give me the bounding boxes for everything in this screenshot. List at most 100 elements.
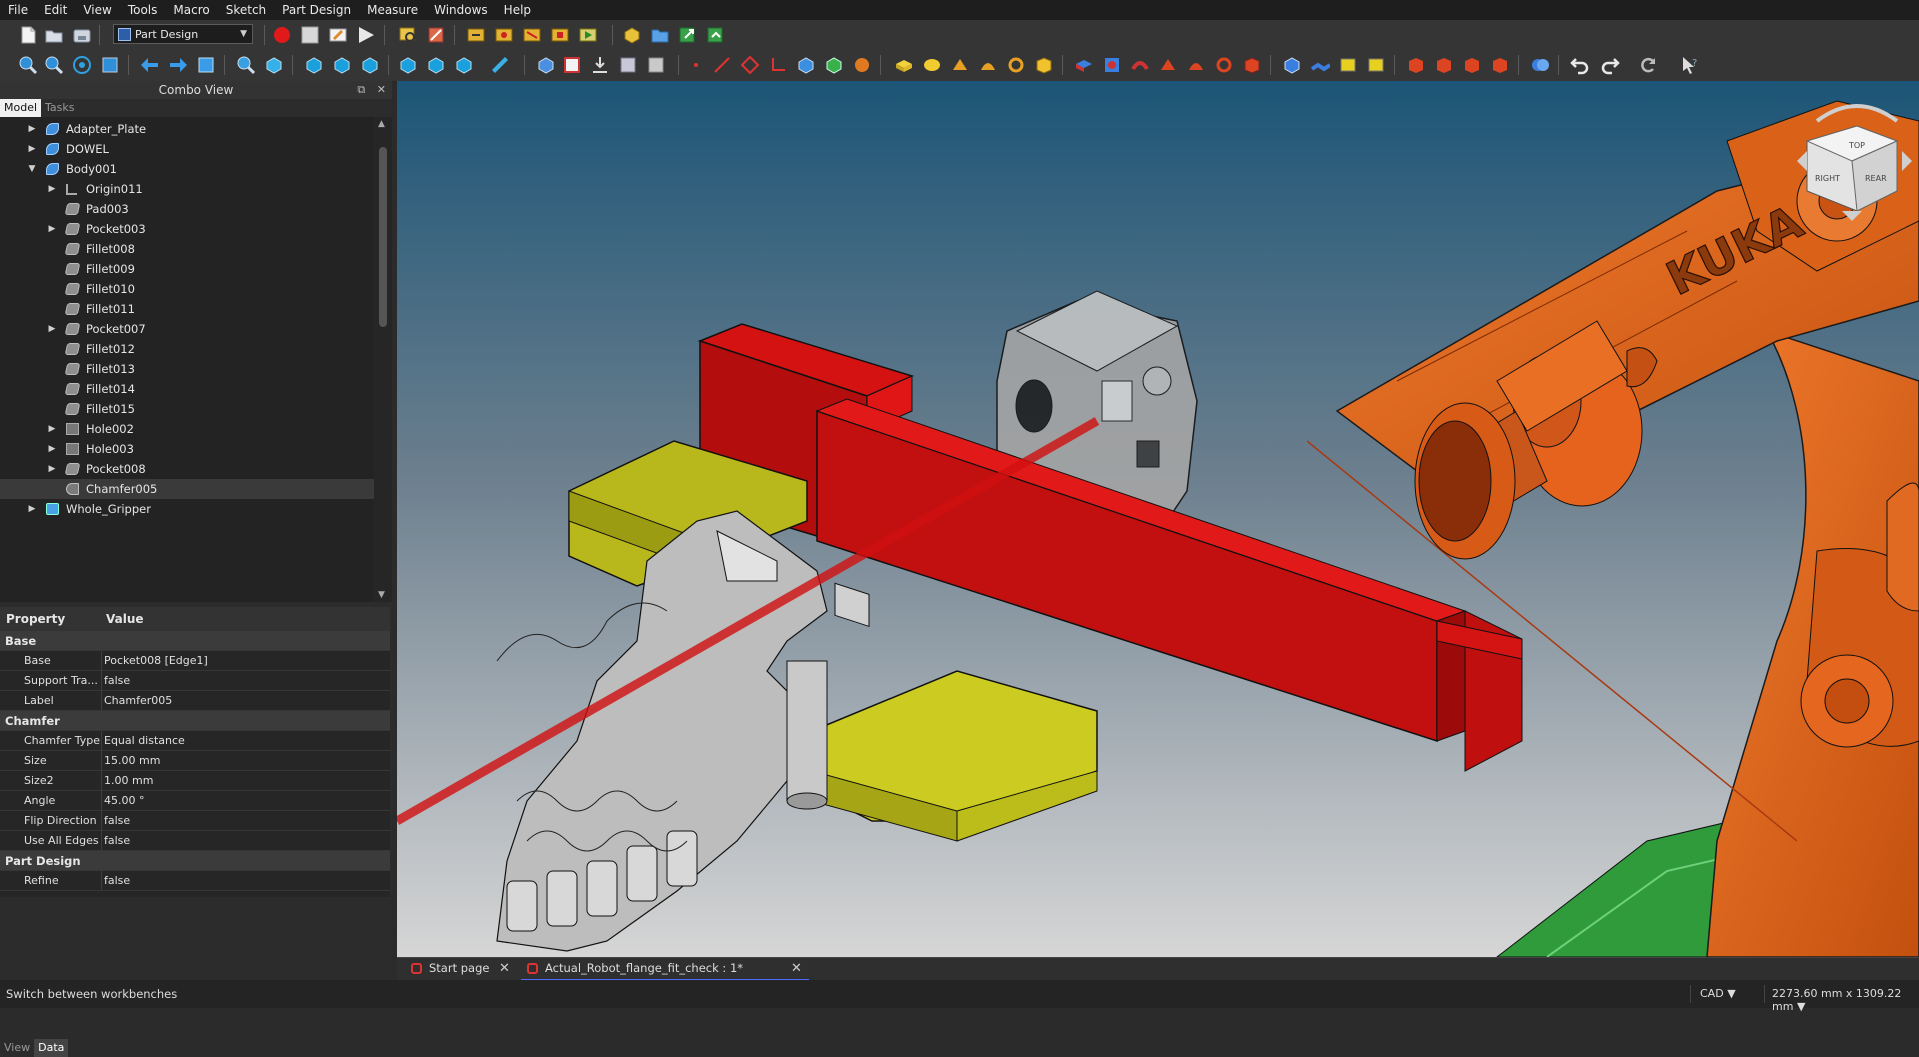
new-document-icon[interactable] <box>18 25 38 45</box>
link-export-icon[interactable] <box>706 25 726 45</box>
datum-plane-icon[interactable] <box>740 55 760 75</box>
menu-sketch[interactable]: Sketch <box>218 0 274 20</box>
boolean-icon[interactable] <box>1530 55 1550 75</box>
stop-debug-icon[interactable] <box>550 25 570 45</box>
import-icon[interactable] <box>590 55 610 75</box>
menu-file[interactable]: File <box>0 0 36 20</box>
subtractive-pipe-icon[interactable] <box>1186 55 1206 75</box>
property-row[interactable]: Base Pocket008 [Edge1] <box>0 651 390 671</box>
menu-windows[interactable]: Windows <box>426 0 496 20</box>
inspect-icon[interactable] <box>398 25 418 45</box>
tree-item[interactable]: ▶ DOWEL <box>0 139 374 159</box>
sub-shape-binder-icon[interactable] <box>796 55 816 75</box>
property-group[interactable]: Chamfer <box>0 711 390 731</box>
tab-tasks[interactable]: Tasks <box>41 99 78 117</box>
menu-part-design[interactable]: Part Design <box>274 0 359 20</box>
chevron-right-icon[interactable]: ▶ <box>26 499 38 519</box>
back-arrow-icon[interactable] <box>140 55 160 75</box>
sync-view-icon[interactable] <box>196 55 216 75</box>
tree-item[interactable]: ▶ Hole002 <box>0 419 374 439</box>
tree-item[interactable]: ▶ Origin011 <box>0 179 374 199</box>
redo-icon[interactable] <box>1600 55 1620 75</box>
tree-item[interactable]: ▼ Body001 <box>0 159 374 179</box>
additive-helix-icon[interactable] <box>1006 55 1026 75</box>
step-into-icon[interactable] <box>466 25 486 45</box>
create-part-icon[interactable] <box>562 55 582 75</box>
property-group[interactable]: Base <box>0 631 390 651</box>
property-row[interactable]: Use All Edges false <box>0 831 390 851</box>
shape-binder-icon[interactable] <box>618 55 638 75</box>
part-design-workbench-icon[interactable] <box>622 25 642 45</box>
additive-box-icon[interactable] <box>1034 55 1054 75</box>
property-row[interactable]: Chamfer Type Equal distance <box>0 731 390 751</box>
navigation-style-selector[interactable]: CAD ▼ <box>1700 987 1736 1000</box>
datum-point-icon[interactable] <box>686 55 706 75</box>
property-value[interactable]: false <box>104 831 130 851</box>
rear-view-icon[interactable] <box>398 55 418 75</box>
property-row[interactable]: Size 15.00 mm <box>0 751 390 771</box>
record-macro-icon[interactable] <box>272 25 292 45</box>
top-view-icon[interactable] <box>332 55 352 75</box>
tree-item[interactable]: Fillet009 <box>0 259 374 279</box>
property-value[interactable]: 1.00 mm <box>104 771 153 791</box>
bottom-view-icon[interactable] <box>426 55 446 75</box>
tree-item[interactable]: ▶ Whole_Gripper <box>0 499 374 519</box>
thickness-icon[interactable] <box>1490 55 1510 75</box>
pocket-icon[interactable] <box>1074 55 1094 75</box>
measure-distance-icon[interactable] <box>490 55 510 75</box>
tree-item[interactable]: Fillet011 <box>0 299 374 319</box>
subtractive-box-icon[interactable] <box>1242 55 1262 75</box>
toggle-breakpoint-icon[interactable] <box>522 25 542 45</box>
step-over-icon[interactable] <box>494 25 514 45</box>
whats-this-icon[interactable]: ? <box>1680 55 1700 75</box>
stop-macro-icon[interactable] <box>300 25 320 45</box>
zoom-icon[interactable] <box>236 55 256 75</box>
forward-arrow-icon[interactable] <box>168 55 188 75</box>
chevron-right-icon[interactable]: ▶ <box>46 319 58 339</box>
undo-icon[interactable] <box>1570 55 1590 75</box>
chevron-right-icon[interactable]: ▶ <box>46 439 58 459</box>
additive-pipe-icon[interactable] <box>978 55 998 75</box>
chevron-right-icon[interactable]: ▶ <box>26 139 38 159</box>
scrollbar-thumb[interactable] <box>379 147 387 327</box>
property-value[interactable]: Equal distance <box>104 731 185 751</box>
property-value[interactable]: 45.00 ° <box>104 791 145 811</box>
tab-start-page[interactable]: Start page ✕ <box>405 958 515 979</box>
tree-item[interactable]: Pad003 <box>0 199 374 219</box>
pad-icon[interactable] <box>894 55 914 75</box>
fillet-icon[interactable] <box>1406 55 1426 75</box>
left-view-icon[interactable] <box>454 55 474 75</box>
close-tab-icon[interactable]: ✕ <box>499 958 510 979</box>
tab-model[interactable]: Model <box>0 99 42 117</box>
draft-icon[interactable] <box>1462 55 1482 75</box>
link-import-icon[interactable] <box>678 25 698 45</box>
property-row[interactable]: Flip Direction false <box>0 811 390 831</box>
menu-tools[interactable]: Tools <box>120 0 166 20</box>
tree-item[interactable]: ▶ Pocket008 <box>0 459 374 479</box>
fit-selection-icon[interactable] <box>44 55 64 75</box>
chevron-down-icon[interactable]: ▼ <box>26 159 38 179</box>
chevron-right-icon[interactable]: ▶ <box>46 419 58 439</box>
chevron-right-icon[interactable]: ▶ <box>46 219 58 239</box>
menu-measure[interactable]: Measure <box>359 0 426 20</box>
scroll-down-icon[interactable]: ▼ <box>378 590 385 600</box>
property-group[interactable]: Part Design <box>0 851 390 871</box>
scroll-up-icon[interactable]: ▲ <box>378 119 385 129</box>
sub-shape-green-icon[interactable] <box>824 55 844 75</box>
front-view-icon[interactable] <box>304 55 324 75</box>
close-tab-icon[interactable]: ✕ <box>791 958 802 979</box>
tree-item[interactable]: Fillet013 <box>0 359 374 379</box>
tab-document[interactable]: Actual_Robot_flange_fit_check : 1* ✕ <box>521 958 809 981</box>
property-row[interactable]: Refine false <box>0 871 390 891</box>
robot-flange[interactable] <box>1414 402 1516 560</box>
local-cs-icon[interactable] <box>768 55 788 75</box>
workbench-selector[interactable]: Part Design ▼ <box>113 24 253 44</box>
property-value[interactable]: Chamfer005 <box>104 691 172 711</box>
menu-view[interactable]: View <box>75 0 119 20</box>
mirrored-icon[interactable] <box>1282 55 1302 75</box>
property-row[interactable]: Support Tra... false <box>0 671 390 691</box>
3d-viewport[interactable]: KUKA TOP RIGHT REAR <box>397 81 1919 957</box>
float-panel-icon[interactable]: ⧉ <box>357 83 365 96</box>
sketch-icon[interactable] <box>852 55 872 75</box>
tree-item[interactable]: ▶ Pocket003 <box>0 219 374 239</box>
